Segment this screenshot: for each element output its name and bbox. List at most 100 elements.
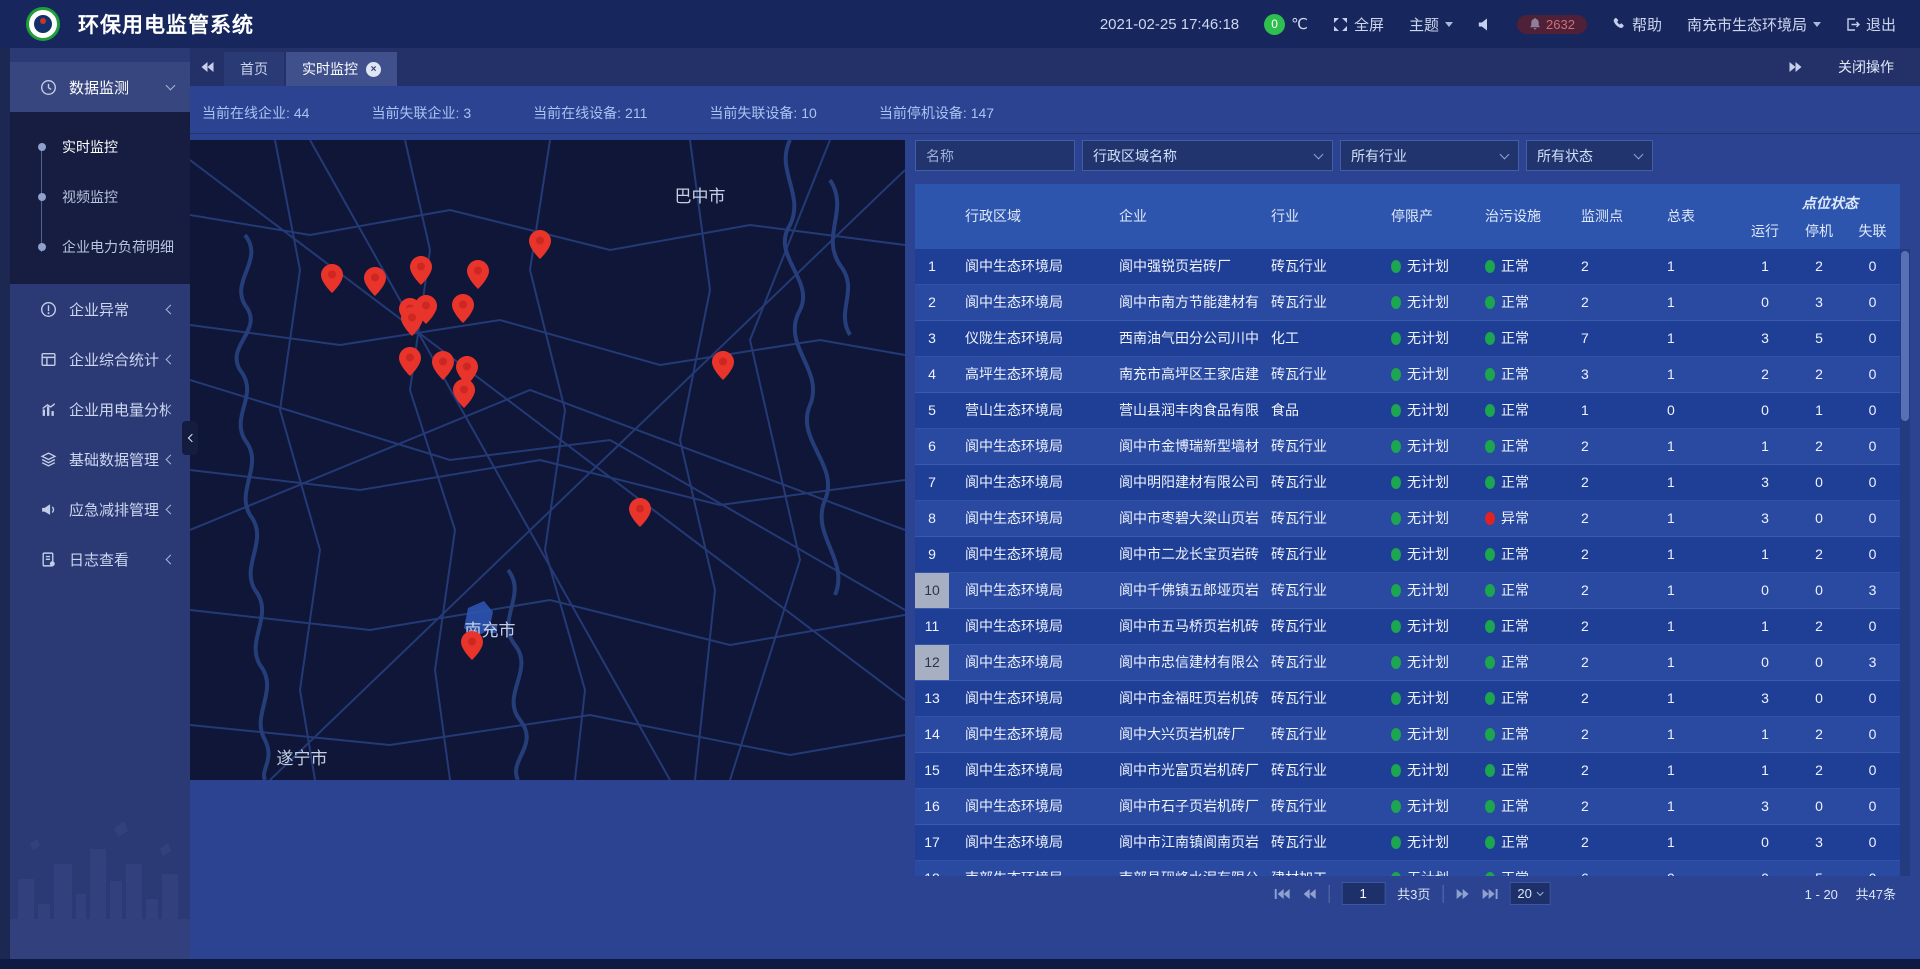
table-row[interactable]: 5营山生态环境局营山县润丰肉食品有限食品无计划正常10010 — [915, 393, 1900, 429]
map-marker-pin[interactable] — [321, 264, 343, 293]
chevron-left-icon — [187, 434, 195, 442]
skyline-decoration — [10, 809, 190, 959]
page-size-select[interactable]: 20 — [1509, 882, 1550, 905]
tabs-scroll-left-icon[interactable] — [190, 48, 224, 86]
table-row[interactable]: 17阆中生态环境局阆中市江南镇阆南页岩砖瓦行业无计划正常21030 — [915, 825, 1900, 861]
map-collapse-handle[interactable] — [182, 421, 198, 455]
sidebar-item-button[interactable]: 应急减排管理 — [10, 484, 190, 534]
sidebar-subitem[interactable]: 实时监控 — [10, 122, 190, 172]
next-page-icon[interactable] — [1455, 888, 1469, 900]
table-row[interactable]: 16阆中生态环境局阆中市石子页岩机砖厂砖瓦行业无计划正常21300 — [915, 789, 1900, 825]
prev-page-icon[interactable] — [1302, 888, 1316, 900]
map-marker-pin[interactable] — [467, 260, 489, 289]
table-row[interactable]: 9阆中生态环境局阆中市二龙长宝页岩砖砖瓦行业无计划正常21120 — [915, 537, 1900, 573]
map-marker-pin[interactable] — [432, 351, 454, 380]
last-page-icon[interactable] — [1481, 888, 1497, 900]
logout-button[interactable]: 退出 — [1846, 14, 1896, 35]
notifications-badge[interactable]: 2632 — [1517, 15, 1587, 34]
sidebar-item-button[interactable]: 日志查看 — [10, 534, 190, 584]
status-dot-green-icon — [1391, 836, 1401, 849]
close-operations-button[interactable]: 关闭操作 — [1838, 57, 1894, 77]
stat-item: 当前失联设备:10 — [709, 103, 816, 123]
row-stopped-count: 2 — [1793, 609, 1845, 644]
row-region: 南部生态环境局 — [949, 861, 1111, 876]
table-row[interactable]: 18南部生态环境局南部县砚峰水泥有限公建材加工无计划正常60050 — [915, 861, 1900, 876]
page-number-input[interactable] — [1341, 882, 1385, 905]
row-industry: 化工 — [1267, 321, 1387, 356]
tabs-scroll-right-icon[interactable] — [1778, 61, 1812, 73]
table-row[interactable]: 2阆中生态环境局阆中市南方节能建材有砖瓦行业无计划正常21030 — [915, 285, 1900, 321]
map-canvas[interactable]: 巴中市南充市遂宁市 — [190, 140, 905, 780]
tab-item[interactable]: 首页 — [224, 52, 284, 86]
map-marker-pin[interactable] — [399, 347, 421, 376]
sidebar-subitem[interactable]: 视频监控 — [10, 172, 190, 222]
status-dot-green-icon — [1485, 476, 1495, 489]
table-row[interactable]: 11阆中生态环境局阆中市五马桥页岩机砖砖瓦行业无计划正常21120 — [915, 609, 1900, 645]
row-running-count: 1 — [1737, 429, 1793, 464]
map-marker-pin[interactable] — [453, 379, 475, 408]
row-company: 阆中市五马桥页岩机砖 — [1111, 609, 1267, 644]
sidebar-item-button[interactable]: 企业异常 — [10, 284, 190, 334]
total-count-label: 共47条 — [1856, 887, 1896, 902]
row-total-meters: 1 — [1649, 429, 1737, 464]
status-dot-green-icon — [1485, 332, 1495, 345]
sidebar-item-label: 基础数据管理 — [69, 449, 167, 470]
row-monitor-points: 6 — [1569, 861, 1649, 876]
map-marker-pin[interactable] — [452, 294, 474, 323]
sidebar-item-button[interactable]: 基础数据管理 — [10, 434, 190, 484]
table-group-header: 点位状态 — [1802, 193, 1858, 213]
table-row[interactable]: 13阆中生态环境局阆中市金福旺页岩机砖砖瓦行业无计划正常21300 — [915, 681, 1900, 717]
table-row[interactable]: 10阆中生态环境局阆中千佛镇五郎垭页岩砖瓦行业无计划正常21003 — [915, 573, 1900, 609]
sidebar-subitem[interactable]: 企业电力负荷明细 — [10, 222, 190, 272]
row-industry: 砖瓦行业 — [1267, 753, 1387, 788]
table-row[interactable]: 14阆中生态环境局阆中大兴页岩机砖厂砖瓦行业无计划正常21120 — [915, 717, 1900, 753]
table-row[interactable]: 4高坪生态环境局南充市高坪区王家店建砖瓦行业无计划正常31220 — [915, 357, 1900, 393]
name-filter-field[interactable] — [915, 140, 1075, 171]
row-company: 阆中市忠信建材有限公 — [1111, 645, 1267, 680]
table-row[interactable]: 3仪陇生态环境局西南油气田分公司川中化工无计划正常71350 — [915, 321, 1900, 357]
table-row[interactable]: 12阆中生态环境局阆中市忠信建材有限公砖瓦行业无计划正常21003 — [915, 645, 1900, 681]
name-filter-input[interactable] — [926, 148, 1064, 164]
row-stopped-count: 2 — [1793, 753, 1845, 788]
table-row[interactable]: 8阆中生态环境局阆中市枣碧大梁山页岩砖瓦行业无计划异常21300 — [915, 501, 1900, 537]
row-running-count: 0 — [1737, 573, 1793, 608]
table-row[interactable]: 7阆中生态环境局阆中明阳建材有限公司砖瓦行业无计划正常21300 — [915, 465, 1900, 501]
table-row[interactable]: 6阆中生态环境局阆中市金博瑞新型墙材砖瓦行业无计划正常21120 — [915, 429, 1900, 465]
row-index: 5 — [915, 393, 949, 428]
stat-item: 当前在线企业:44 — [202, 103, 309, 123]
map-panel[interactable]: 巴中市南充市遂宁市 — [190, 140, 905, 780]
first-page-icon[interactable] — [1274, 888, 1290, 900]
scrollbar-thumb[interactable] — [1901, 251, 1909, 421]
chart-icon — [40, 401, 57, 418]
sidebar-item-button[interactable]: 企业综合统计 — [10, 334, 190, 384]
org-dropdown[interactable]: 南充市生态环境局 — [1687, 14, 1821, 35]
row-facility-status: 正常 — [1479, 645, 1569, 680]
row-total-meters: 0 — [1649, 861, 1737, 876]
tab-close-icon[interactable]: × — [366, 62, 381, 77]
status-dot-green-icon — [1391, 296, 1401, 309]
row-monitor-points: 2 — [1569, 249, 1649, 284]
row-stopped-count: 5 — [1793, 861, 1845, 876]
status-filter-select[interactable]: 所有状态 — [1526, 140, 1653, 171]
sidebar-item-button[interactable]: 数据监测 — [10, 62, 190, 112]
speaker-button[interactable] — [1478, 18, 1492, 31]
row-company: 阆中市南方节能建材有 — [1111, 285, 1267, 320]
tab-active[interactable]: 实时监控× — [286, 52, 397, 86]
region-filter-select[interactable]: 行政区域名称 — [1082, 140, 1333, 171]
fullscreen-button[interactable]: 全屏 — [1333, 14, 1384, 35]
help-button[interactable]: 帮助 — [1612, 14, 1662, 35]
table-row[interactable]: 15阆中生态环境局阆中市光富页岩机砖厂砖瓦行业无计划正常21120 — [915, 753, 1900, 789]
map-marker-pin[interactable] — [461, 631, 483, 660]
sidebar-item-button[interactable]: 企业用电量分析 — [10, 384, 190, 434]
table-row[interactable]: 1阆中生态环境局阆中强锐页岩砖厂砖瓦行业无计划正常21120 — [915, 249, 1900, 285]
map-marker-pin[interactable] — [629, 498, 651, 527]
table-scrollbar[interactable] — [1900, 249, 1910, 876]
map-marker-pin[interactable] — [364, 267, 386, 296]
row-total-meters: 1 — [1649, 249, 1737, 284]
theme-dropdown[interactable]: 主题 — [1409, 14, 1453, 35]
bell-icon — [1529, 18, 1541, 30]
map-marker-pin[interactable] — [410, 256, 432, 285]
row-stopped-count: 0 — [1793, 501, 1845, 536]
industry-filter-select[interactable]: 所有行业 — [1340, 140, 1519, 171]
map-marker-pin[interactable] — [712, 351, 734, 380]
